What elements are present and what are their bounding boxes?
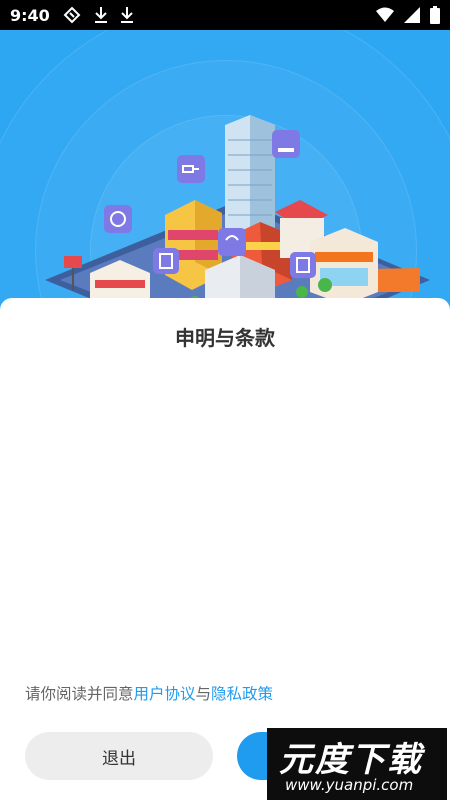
ticket-icon [62, 6, 82, 24]
agreement-prefix: 请你阅读并同意 [25, 685, 134, 703]
battery-icon [430, 6, 440, 24]
city-illustration [45, 115, 430, 320]
status-bar: 9:40 [0, 0, 450, 30]
signal-icon [404, 7, 420, 23]
download-icon [94, 6, 108, 24]
dialog-title: 申明与条款 [175, 326, 275, 350]
watermark-url: www.yuanpi.com [285, 776, 414, 794]
status-time: 9:40 [10, 5, 50, 25]
terms-dialog: 申明与条款 请你阅读并同意用户协议与隐私政策 退出 [0, 298, 450, 800]
user-agreement-link[interactable]: 用户协议 [134, 685, 196, 703]
download-icon [120, 6, 134, 24]
privacy-policy-link[interactable]: 隐私政策 [211, 685, 273, 703]
agreement-connector: 与 [195, 685, 212, 703]
exit-button-label: 退出 [102, 748, 136, 769]
wifi-icon [376, 7, 394, 23]
agreement-text: 请你阅读并同意用户协议与隐私政策 [25, 682, 273, 704]
watermark-title: 元度下载 [279, 740, 423, 780]
watermark-logo: 元度下载 www.yuanpi.com [267, 728, 447, 800]
exit-button[interactable]: 退出 [25, 732, 213, 780]
banner-illustration [0, 30, 450, 320]
